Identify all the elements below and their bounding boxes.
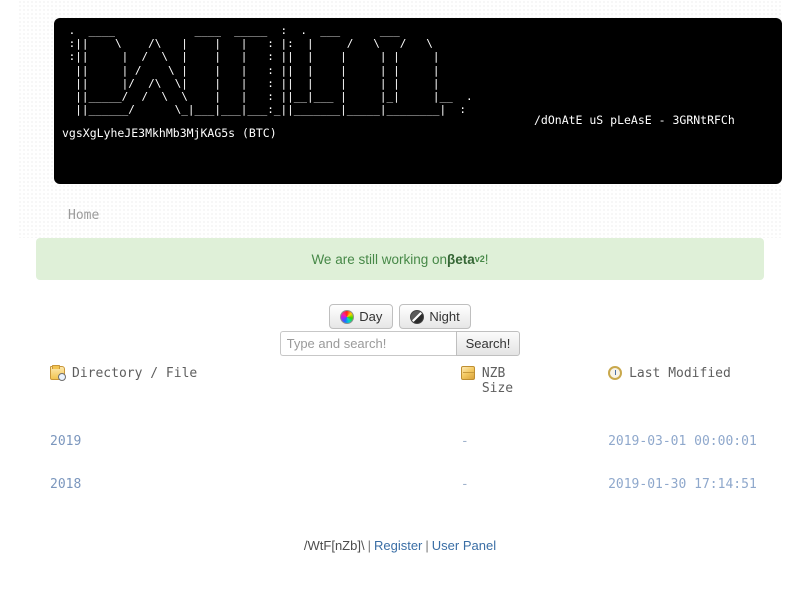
ascii-art-banner: . ____ ____ _____ : . ___ ___ :|| \ /\ |…	[54, 18, 782, 184]
search-input[interactable]	[279, 331, 456, 356]
page-root: . ____ ____ _____ : . ___ ___ :|| \ /\ |…	[0, 0, 800, 600]
nav-item-home[interactable]: Home	[68, 208, 99, 223]
table-row[interactable]: 2019 - 2019-03-01 00:00:01	[36, 420, 764, 463]
night-theme-button[interactable]: Night	[399, 304, 471, 329]
row-size-cell: -	[460, 477, 469, 492]
footer: /WtF[nZb]\ | Register | User Panel	[0, 538, 800, 553]
footer-link-user-panel[interactable]: User Panel	[432, 538, 496, 553]
alert-prefix-text: We are still working on	[311, 251, 447, 267]
night-theme-label: Night	[429, 309, 460, 324]
table-body: 2019 - 2019-03-01 00:00:01 2018 - 2019-0…	[36, 420, 764, 506]
alert-bold-text: βeta	[447, 251, 475, 267]
row-modified-cell: 2019-01-30 17:14:51	[608, 477, 757, 492]
day-theme-button[interactable]: Day	[329, 304, 394, 329]
file-listing-table: Directory / File NZB Size Last Modified	[36, 362, 764, 506]
footer-site-name: /WtF[nZb]\	[303, 538, 365, 553]
half-moon-icon	[410, 309, 425, 324]
color-wheel-icon	[340, 309, 355, 324]
table-head: Directory / File NZB Size Last Modified	[36, 362, 764, 420]
footer-separator-2: |	[425, 538, 429, 553]
column-label-directory-file: Directory / File	[72, 366, 198, 381]
row-directory-cell: 2018	[36, 463, 461, 506]
directory-link[interactable]: 2018	[50, 477, 81, 492]
directory-link[interactable]: 2019	[50, 434, 81, 449]
row-modified-cell: 2019-03-01 00:00:01	[608, 434, 757, 449]
column-header-last-modified[interactable]: Last Modified	[608, 362, 764, 420]
alert-superscript-text: v2	[474, 254, 485, 264]
table-row[interactable]: 2018 - 2019-01-30 17:14:51	[36, 463, 764, 506]
search-bar: Search!	[0, 331, 800, 356]
btc-address-text: vgsXgLyheJE3MkhMb3MjKAG5s (BTC)	[62, 126, 277, 140]
beta-notice-alert: We are still working on βeta v2!	[36, 238, 764, 280]
column-label-last-modified: Last Modified	[629, 366, 731, 381]
column-label-nzb-size: NZB Size	[481, 366, 514, 396]
footer-separator-1: |	[367, 538, 371, 553]
column-header-directory-file[interactable]: Directory / File	[36, 362, 461, 420]
day-theme-label: Day	[359, 309, 383, 324]
table-header-row: Directory / File NZB Size Last Modified	[36, 362, 764, 420]
header-region: . ____ ____ _____ : . ___ ___ :|| \ /\ |…	[18, 0, 782, 238]
search-button[interactable]: Search!	[455, 331, 521, 356]
nzb-box-icon	[460, 366, 475, 380]
clock-icon	[608, 366, 623, 380]
column-header-nzb-size[interactable]: NZB Size	[460, 362, 608, 420]
navbar: Home	[54, 196, 782, 238]
row-size-cell: -	[460, 434, 469, 449]
footer-link-register[interactable]: Register	[374, 538, 422, 553]
alert-suffix-text: !	[484, 251, 489, 267]
folder-search-icon	[50, 365, 66, 381]
row-directory-cell: 2019	[36, 420, 461, 463]
donate-text: /dOnAtE uS pLeAsE - 3GRNtRFCh	[534, 113, 735, 127]
ascii-art-text: . ____ ____ _____ : . ___ ___ :|| \ /\ |…	[68, 24, 473, 117]
theme-switcher: Day Night	[0, 304, 800, 329]
